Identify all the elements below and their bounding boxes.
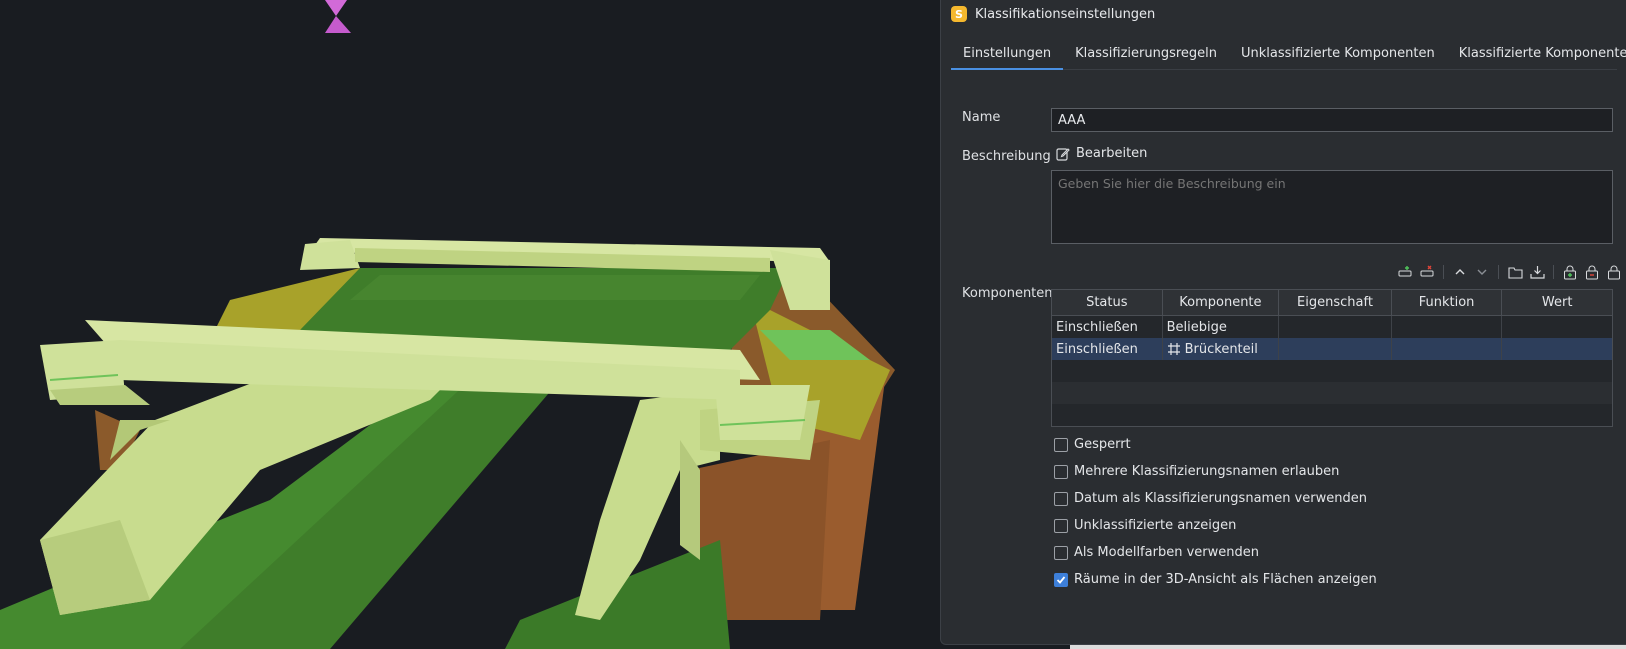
- description-label: Beschreibung: [962, 149, 1051, 164]
- option-raeume-als-flaechen[interactable]: Räume in der 3D-Ansicht als Flächen anze…: [1054, 572, 1377, 587]
- table-row-empty: [1052, 360, 1612, 382]
- open-folder-icon[interactable]: [1506, 263, 1524, 281]
- toolbar-separator: [1443, 265, 1444, 279]
- option-modellfarben-label: Als Modellfarben verwenden: [1074, 545, 1259, 560]
- cell-property[interactable]: [1279, 316, 1392, 338]
- checkbox-gesperrt[interactable]: [1054, 437, 1068, 452]
- cell-function[interactable]: [1392, 316, 1503, 338]
- tab-bar: Einstellungen Klassifizierungsregeln Unk…: [951, 38, 1626, 70]
- column-header-komponente[interactable]: Komponente: [1163, 290, 1280, 315]
- option-raeume-als-flaechen-label: Räume in der 3D-Ansicht als Flächen anze…: [1074, 572, 1377, 587]
- option-mehrere-namen[interactable]: Mehrere Klassifizierungsnamen erlauben: [1054, 464, 1339, 479]
- description-textarea[interactable]: [1051, 170, 1613, 244]
- add-row-icon[interactable]: [1396, 263, 1414, 281]
- table-row[interactable]: Einschließen Brückenteil: [1052, 338, 1612, 360]
- toolbar-separator: [1498, 265, 1499, 279]
- remove-row-icon[interactable]: [1418, 263, 1436, 281]
- tab-klassifizierte-komponenten[interactable]: Klassifizierte Komponenten: [1447, 38, 1626, 70]
- classification-settings-dialog: S Klassifikationseinstellungen Einstellu…: [940, 0, 1626, 645]
- cell-function[interactable]: [1392, 338, 1503, 360]
- dialog-titlebar: S Klassifikationseinstellungen: [951, 4, 1155, 24]
- tab-unklassifizierte-komponenten[interactable]: Unklassifizierte Komponenten: [1229, 38, 1447, 70]
- cell-property[interactable]: [1279, 338, 1392, 360]
- toolbar-separator: [1553, 265, 1554, 279]
- option-unklassifizierte-anzeigen-label: Unklassifizierte anzeigen: [1074, 518, 1237, 533]
- option-mehrere-namen-label: Mehrere Klassifizierungsnamen erlauben: [1074, 464, 1340, 479]
- column-header-funktion[interactable]: Funktion: [1392, 290, 1503, 315]
- cell-value[interactable]: [1502, 338, 1612, 360]
- dialog-title: Klassifikationseinstellungen: [975, 6, 1156, 22]
- cell-status[interactable]: Einschließen: [1052, 316, 1163, 338]
- column-header-eigenschaft[interactable]: Eigenschaft: [1279, 290, 1392, 315]
- cell-component-label: Brückenteil: [1184, 341, 1258, 357]
- checkbox-mehrere-namen[interactable]: [1054, 464, 1068, 479]
- components-label: Komponenten: [962, 286, 1053, 301]
- checkbox-datum-als-name[interactable]: [1054, 491, 1068, 506]
- table-row[interactable]: Einschließen Beliebige: [1052, 316, 1612, 338]
- table-row-empty: [1052, 404, 1612, 426]
- edit-description-button[interactable]: Bearbeiten: [1056, 146, 1147, 161]
- bridge-part-icon: [1167, 343, 1180, 355]
- lock-remove-icon[interactable]: [1583, 263, 1601, 281]
- option-gesperrt[interactable]: Gesperrt: [1054, 437, 1131, 452]
- move-down-icon[interactable]: [1473, 263, 1491, 281]
- background-strip: [1070, 645, 1626, 649]
- lock-add-icon[interactable]: [1561, 263, 1579, 281]
- checkbox-raeume-als-flaechen[interactable]: [1054, 572, 1068, 587]
- tab-einstellungen[interactable]: Einstellungen: [951, 38, 1064, 70]
- option-gesperrt-label: Gesperrt: [1074, 437, 1131, 452]
- cell-status[interactable]: Einschließen: [1052, 338, 1163, 360]
- tab-klassifizierungsregeln[interactable]: Klassifizierungsregeln: [1063, 38, 1229, 70]
- column-header-status[interactable]: Status: [1052, 290, 1163, 315]
- move-up-icon[interactable]: [1451, 263, 1469, 281]
- checkmark-icon: [1056, 575, 1066, 584]
- table-header: Status Komponente Eigenschaft Funktion W…: [1052, 290, 1612, 316]
- name-label: Name: [962, 110, 1001, 125]
- column-header-wert[interactable]: Wert: [1502, 290, 1612, 315]
- checkbox-modellfarben[interactable]: [1054, 545, 1068, 560]
- option-modellfarben[interactable]: Als Modellfarben verwenden: [1054, 545, 1259, 560]
- cell-component[interactable]: Beliebige: [1163, 316, 1280, 338]
- lock-icon[interactable]: [1605, 263, 1623, 281]
- components-toolbar: [1396, 262, 1623, 282]
- name-input[interactable]: [1051, 108, 1613, 132]
- table-row-empty: [1052, 382, 1612, 404]
- edit-description-label: Bearbeiten: [1076, 146, 1148, 161]
- app-logo-icon: S: [951, 6, 967, 22]
- edit-icon: [1056, 147, 1070, 161]
- checkbox-unklassifizierte-anzeigen[interactable]: [1054, 518, 1068, 533]
- option-unklassifizierte-anzeigen[interactable]: Unklassifizierte anzeigen: [1054, 518, 1236, 533]
- cell-component[interactable]: Brückenteil: [1163, 338, 1280, 360]
- option-datum-als-name[interactable]: Datum als Klassifizierungsnamen verwende…: [1054, 491, 1367, 506]
- option-datum-als-name-label: Datum als Klassifizierungsnamen verwende…: [1074, 491, 1367, 506]
- import-icon[interactable]: [1528, 263, 1546, 281]
- bridge-model-view[interactable]: [0, 0, 940, 649]
- components-table: Status Komponente Eigenschaft Funktion W…: [1051, 289, 1613, 427]
- cell-value[interactable]: [1502, 316, 1612, 338]
